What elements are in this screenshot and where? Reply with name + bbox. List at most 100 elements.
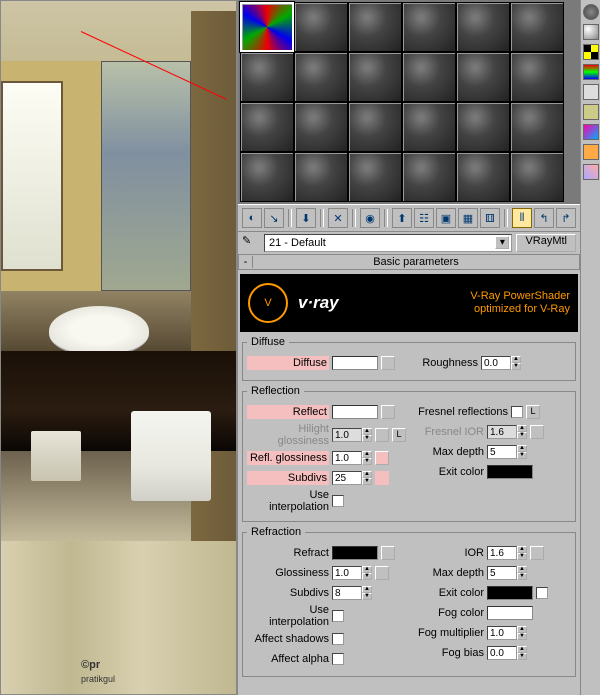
sample-slot-17[interactable]: [456, 102, 510, 152]
configure-icon[interactable]: [583, 164, 599, 180]
navigate-fwd-button[interactable]: ↱: [556, 208, 576, 228]
refl-subdivs-input[interactable]: [332, 471, 362, 485]
sample-slot-21[interactable]: [348, 152, 402, 202]
reflect-color-swatch[interactable]: [332, 405, 378, 419]
material-type-button[interactable]: VRayMtl: [516, 234, 576, 252]
sample-slot-14[interactable]: [294, 102, 348, 152]
sample-slot-3[interactable]: [348, 2, 402, 52]
sample-slot-5[interactable]: [456, 2, 510, 52]
affect-alpha-checkbox[interactable]: [332, 653, 344, 665]
options-button[interactable]: ⦀: [512, 208, 532, 228]
refr-subdivs-input[interactable]: [332, 586, 362, 600]
affect-shadows-checkbox[interactable]: [332, 633, 344, 645]
sample-slot-11[interactable]: [456, 52, 510, 102]
spin-up[interactable]: ▲: [511, 356, 521, 363]
diffuse-map-button[interactable]: [381, 356, 395, 370]
fresnel-checkbox[interactable]: [511, 406, 523, 418]
refr-useinterp-checkbox[interactable]: [332, 610, 344, 622]
make-unique-button[interactable]: ◉: [360, 208, 380, 228]
sample-slot-18[interactable]: [510, 102, 564, 152]
fog-mult-input[interactable]: [487, 626, 517, 640]
refr-gloss-map-button[interactable]: [375, 566, 389, 580]
delete-button[interactable]: ✕: [328, 208, 348, 228]
select-icon[interactable]: [583, 144, 599, 160]
fresnel-ior-input[interactable]: [487, 425, 517, 439]
refr-gloss-spinner[interactable]: ▲▼: [332, 566, 372, 580]
sample-slot-7[interactable]: [240, 52, 294, 102]
refl-gloss-spinner[interactable]: ▲▼: [332, 451, 372, 465]
custom-icon[interactable]: [583, 104, 599, 120]
ior-map-button[interactable]: [530, 546, 544, 560]
fresnel-ior-spinner[interactable]: ▲▼: [487, 425, 527, 439]
eyedrop-icon[interactable]: ✎: [242, 234, 260, 252]
reflect-map-button[interactable]: [381, 405, 395, 419]
material-name-dropdown[interactable]: 21 - Default: [264, 234, 512, 252]
color-correct-icon[interactable]: [583, 64, 599, 80]
fog-bias-spinner[interactable]: ▲▼: [487, 646, 527, 660]
effects-button[interactable]: ☷: [414, 208, 434, 228]
refl-maxdepth-spinner[interactable]: ▲▼: [487, 445, 527, 459]
refr-gloss-input[interactable]: [332, 566, 362, 580]
roughness-spinner[interactable]: ▲▼: [481, 356, 521, 370]
refract-map-button[interactable]: [381, 546, 395, 560]
sample-slot-6[interactable]: [510, 2, 564, 52]
checker-icon[interactable]: [583, 44, 599, 60]
refl-gloss-map-button[interactable]: [375, 451, 389, 465]
sample-slot-20[interactable]: [294, 152, 348, 202]
sample-slot-23[interactable]: [456, 152, 510, 202]
sample-slot-4[interactable]: [402, 2, 456, 52]
refl-subdivs-spinner[interactable]: ▲▼: [332, 471, 372, 485]
show-result-button[interactable]: ▦: [458, 208, 478, 228]
roughness-input[interactable]: [481, 356, 511, 370]
sample-slot-1[interactable]: [240, 2, 294, 52]
sample-slot-19[interactable]: [240, 152, 294, 202]
rollout-toggle[interactable]: -: [239, 256, 253, 268]
hilight-gloss-map-button[interactable]: [375, 428, 389, 442]
sample-slot-10[interactable]: [402, 52, 456, 102]
refr-exitcolor-swatch[interactable]: [487, 586, 533, 600]
dice-button[interactable]: ⚅: [480, 208, 500, 228]
sample-slot-16[interactable]: [402, 102, 456, 152]
assign-button[interactable]: ⬇: [296, 208, 316, 228]
floor: [1, 541, 236, 695]
fresnel-ior-map-button[interactable]: [530, 425, 544, 439]
fog-color-swatch[interactable]: [487, 606, 533, 620]
options-icon[interactable]: [583, 124, 599, 140]
refr-exitcolor-checkbox[interactable]: [536, 587, 548, 599]
lock-button[interactable]: L: [392, 428, 406, 442]
sample-slot-22[interactable]: [402, 152, 456, 202]
refl-gloss-input[interactable]: [332, 451, 362, 465]
show-map-button[interactable]: ▣: [436, 208, 456, 228]
refl-exitcolor-swatch[interactable]: [487, 465, 533, 479]
sample-slot-8[interactable]: [294, 52, 348, 102]
sample-sphere-icon[interactable]: [583, 4, 599, 20]
refr-subdivs-spinner[interactable]: ▲▼: [332, 586, 372, 600]
fog-mult-spinner[interactable]: ▲▼: [487, 626, 527, 640]
ior-input[interactable]: [487, 546, 517, 560]
hilight-gloss-input[interactable]: [332, 428, 362, 442]
hilight-gloss-spinner[interactable]: ▲▼: [332, 428, 372, 442]
diffuse-color-swatch[interactable]: [332, 356, 378, 370]
sample-slot-2[interactable]: [294, 2, 348, 52]
spin-down[interactable]: ▼: [511, 363, 521, 370]
refr-maxdepth-input[interactable]: [487, 566, 517, 580]
sample-slot-24[interactable]: [510, 152, 564, 202]
sample-slot-15[interactable]: [348, 102, 402, 152]
put-to-library-button[interactable]: ⬆: [392, 208, 412, 228]
sample-slot-9[interactable]: [348, 52, 402, 102]
fresnel-lock-button[interactable]: L: [526, 405, 540, 419]
get-material-button[interactable]: ◐: [242, 208, 262, 228]
sample-slot-12[interactable]: [510, 52, 564, 102]
put-to-scene-button[interactable]: ↘: [264, 208, 284, 228]
refr-maxdepth-spinner[interactable]: ▲▼: [487, 566, 527, 580]
navigate-up-button[interactable]: ↰: [534, 208, 554, 228]
refract-color-swatch[interactable]: [332, 546, 378, 560]
refl-maxdepth-input[interactable]: [487, 445, 517, 459]
fog-bias-input[interactable]: [487, 646, 517, 660]
sample-slot-13[interactable]: [240, 102, 294, 152]
rollout-basic-parameters[interactable]: - Basic parameters: [238, 254, 580, 270]
backlight-icon[interactable]: [583, 24, 599, 40]
video-icon[interactable]: [583, 84, 599, 100]
use-interp-checkbox[interactable]: [332, 495, 344, 507]
ior-spinner[interactable]: ▲▼: [487, 546, 527, 560]
